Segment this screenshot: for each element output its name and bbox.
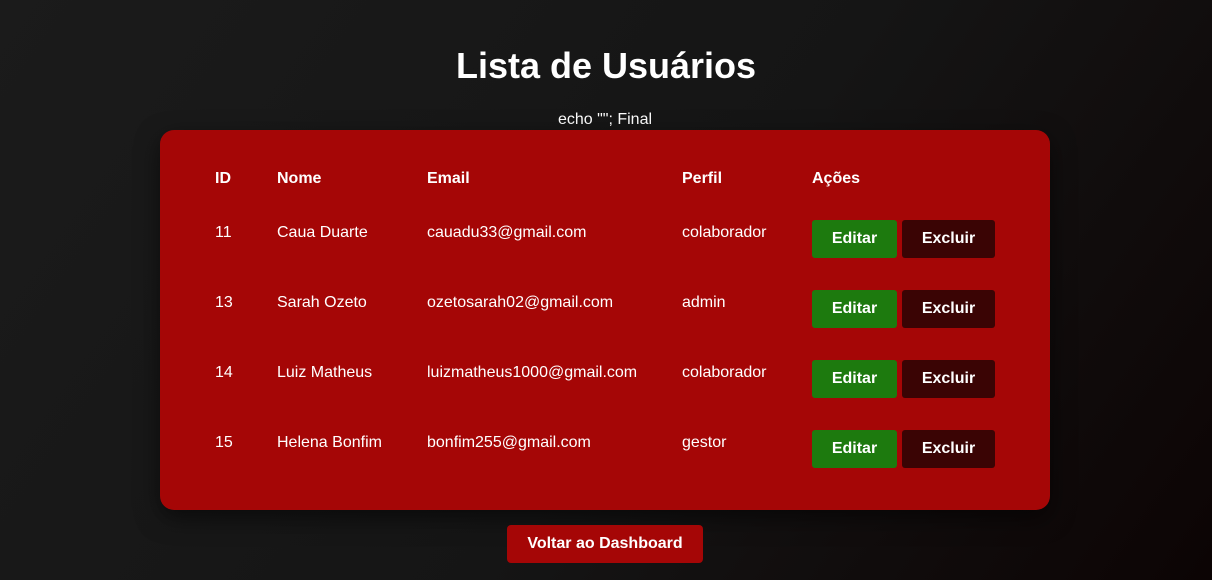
user-actions-cell: Editar Excluir: [797, 204, 997, 274]
edit-button[interactable]: Editar: [812, 430, 897, 468]
header-name: Nome: [277, 170, 322, 187]
header-id: ID: [215, 170, 231, 187]
table-header-row: ID Nome Email Perfil Ações: [200, 154, 997, 204]
user-profile-cell: colaborador: [682, 224, 767, 241]
user-email-cell: bonfim255@gmail.com: [427, 434, 591, 451]
header-actions: Ações: [812, 170, 861, 187]
user-id-cell: 13: [215, 294, 233, 311]
table-row: 14 Luiz Matheus luizmatheus1000@gmail.co…: [200, 344, 997, 414]
user-email-cell: ozetosarah02@gmail.com: [427, 294, 614, 311]
user-email-cell: cauadu33@gmail.com: [427, 224, 587, 241]
table-row: 15 Helena Bonfim bonfim255@gmail.com ges…: [200, 414, 997, 484]
delete-button[interactable]: Excluir: [902, 290, 995, 328]
user-id-cell: 11: [215, 224, 232, 241]
debug-output-text: echo ""; Final: [557, 111, 653, 128]
user-actions-cell: Editar Excluir: [797, 414, 997, 484]
users-card: ID Nome Email Perfil Ações 11 Caua Duart…: [160, 130, 1050, 510]
delete-button[interactable]: Excluir: [902, 360, 995, 398]
user-actions-cell: Editar Excluir: [797, 274, 997, 344]
back-to-dashboard-button[interactable]: Voltar ao Dashboard: [507, 525, 703, 563]
page-title: Lista de Usuários: [455, 45, 757, 86]
user-profile-cell: colaborador: [682, 364, 767, 381]
table-row: 11 Caua Duarte cauadu33@gmail.com colabo…: [200, 204, 997, 274]
user-id-cell: 15: [215, 434, 233, 451]
users-table: ID Nome Email Perfil Ações 11 Caua Duart…: [200, 154, 997, 484]
user-actions-cell: Editar Excluir: [797, 344, 997, 414]
edit-button[interactable]: Editar: [812, 360, 897, 398]
user-profile-cell: admin: [682, 294, 726, 311]
edit-button[interactable]: Editar: [812, 220, 897, 258]
user-name-cell: Caua Duarte: [277, 224, 368, 241]
delete-button[interactable]: Excluir: [902, 430, 995, 468]
user-name-cell: Helena Bonfim: [277, 434, 382, 451]
edit-button[interactable]: Editar: [812, 290, 897, 328]
header-email: Email: [427, 170, 470, 187]
user-name-cell: Sarah Ozeto: [277, 294, 367, 311]
header-profile: Perfil: [682, 170, 723, 187]
table-row: 13 Sarah Ozeto ozetosarah02@gmail.com ad…: [200, 274, 997, 344]
delete-button[interactable]: Excluir: [902, 220, 995, 258]
user-name-cell: Luiz Matheus: [277, 364, 373, 381]
user-id-cell: 14: [215, 364, 233, 381]
user-profile-cell: gestor: [682, 434, 727, 451]
user-email-cell: luizmatheus1000@gmail.com: [427, 364, 638, 381]
